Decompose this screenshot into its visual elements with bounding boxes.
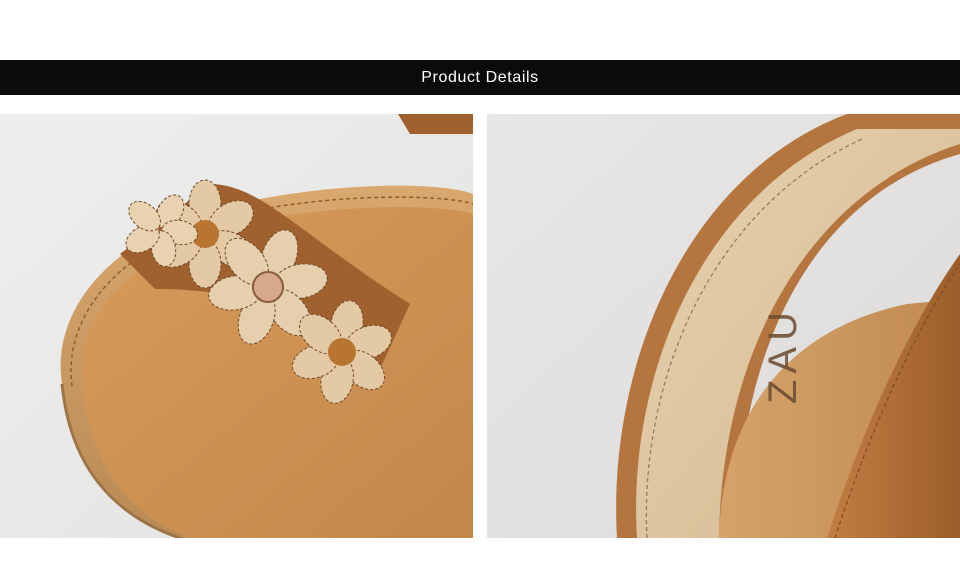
brand-mark: ZAU	[761, 306, 805, 404]
section-header-bar: Product Details	[0, 60, 960, 95]
product-photo-heel-strap: ZAU	[487, 114, 960, 538]
section-title: Product Details	[421, 68, 539, 86]
product-photo-flower-strap	[0, 114, 473, 538]
sandal-flower-illustration	[0, 114, 473, 538]
sandal-heel-illustration	[487, 114, 960, 538]
